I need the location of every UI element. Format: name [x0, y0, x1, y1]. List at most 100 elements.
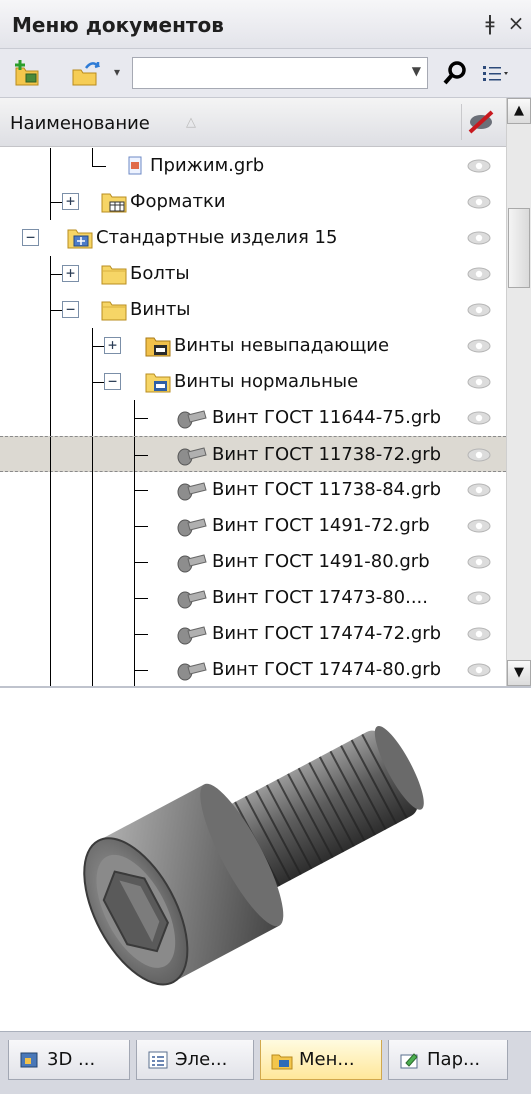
collapse-icon[interactable]: − — [62, 301, 79, 318]
tree-row-label: Форматки — [130, 191, 226, 212]
eye-icon[interactable] — [466, 445, 492, 465]
tree-row-label: Винт ГОСТ 11644-75.grb — [212, 407, 442, 428]
tree-header: Наименование △ — [0, 98, 506, 147]
document-tree: Наименование △ Прижим.grb + Форматки − Станд… — [0, 98, 507, 686]
search-icon[interactable] — [440, 58, 470, 88]
folder-icon — [101, 265, 127, 285]
eye-icon[interactable] — [466, 264, 492, 284]
eye-icon[interactable] — [466, 408, 492, 428]
model-preview — [0, 686, 531, 1033]
collapse-icon[interactable]: − — [104, 373, 121, 390]
eye-icon[interactable] — [466, 300, 492, 320]
search-input[interactable]: ▼ — [132, 57, 428, 89]
tab-label: Мен... — [299, 1049, 355, 1070]
tree-scrollbar[interactable]: ▲ ▼ — [506, 98, 531, 686]
bottom-tab-strip: 3D ... Эле... Мен... Пар... — [0, 1031, 531, 1094]
screw-part-icon — [177, 590, 207, 609]
open-folder-icon[interactable] — [70, 58, 100, 88]
chevron-down-icon[interactable]: ▼ — [412, 64, 421, 78]
open-dropdown-arrow[interactable]: ▾ — [114, 65, 120, 79]
screw-part-icon — [177, 447, 207, 466]
tree-row[interactable]: − Винты нормальные — [0, 364, 506, 400]
toolbar: ▾ ▼ — [0, 49, 531, 98]
panel-titlebar: Меню документов ǂ × — [0, 0, 531, 49]
tree-row-label: Винт ГОСТ 17474-72.grb — [212, 623, 442, 644]
scroll-up-button[interactable]: ▲ — [507, 98, 531, 124]
tree-row-label: Винт ГОСТ 11738-84.grb — [212, 479, 442, 500]
tree-row[interactable]: Винт ГОСТ 11644-75.grb — [0, 400, 506, 436]
tab-parameters[interactable]: Пар... — [388, 1040, 508, 1080]
eye-icon[interactable] — [466, 624, 492, 644]
tree-row-label: Винт ГОСТ 17474-80.grb — [212, 659, 442, 680]
tree-row[interactable]: + Болты — [0, 256, 506, 292]
tab-elements[interactable]: Эле... — [136, 1040, 254, 1080]
tree-row-label: Болты — [130, 263, 190, 284]
expand-icon[interactable]: + — [104, 337, 121, 354]
panel-title: Меню документов — [12, 13, 224, 37]
tree-row-label: Винт ГОСТ 17473-80.... — [212, 587, 428, 608]
visibility-column-header[interactable] — [461, 104, 500, 140]
tree-row[interactable]: − Стандартные изделия 15 — [0, 220, 506, 256]
parameters-icon — [400, 1053, 418, 1069]
tree-row-label: Винт ГОСТ 11738-72.grb — [212, 444, 442, 465]
tree-row[interactable]: Винт ГОСТ 17474-72.grb — [0, 616, 506, 652]
tree-row[interactable]: Прижим.grb — [0, 148, 506, 184]
eye-icon[interactable] — [466, 192, 492, 212]
add-folder-icon[interactable] — [12, 58, 42, 88]
expand-icon[interactable]: + — [62, 193, 79, 210]
3d-model-icon — [20, 1052, 38, 1068]
eye-icon[interactable] — [466, 588, 492, 608]
tree-row-label: Винты нормальные — [174, 371, 359, 392]
folder-table-icon — [101, 193, 127, 213]
tree-row-label: Винт ГОСТ 1491-80.grb — [212, 551, 430, 572]
column-header-name[interactable]: Наименование — [10, 113, 150, 134]
eye-icon[interactable] — [466, 480, 492, 500]
tree-row-label: Винт ГОСТ 1491-72.grb — [212, 515, 430, 536]
eye-icon[interactable] — [466, 336, 492, 356]
tab-documents-menu[interactable]: Мен... — [260, 1040, 382, 1080]
tree-row-label: Винты — [130, 299, 191, 320]
documents-menu-icon — [271, 1054, 293, 1070]
pin-icon[interactable]: ǂ — [480, 11, 500, 35]
tree-row[interactable]: + Винты невыпадающие — [0, 328, 506, 364]
tree-row[interactable]: Винт ГОСТ 11738-84.grb — [0, 472, 506, 508]
eye-icon[interactable] — [466, 516, 492, 536]
tree-row[interactable]: Винт ГОСТ 17473-80.... — [0, 580, 506, 616]
tree-row[interactable]: Винт ГОСТ 1491-80.grb — [0, 544, 506, 580]
tree-row-label: Стандартные изделия 15 — [96, 227, 338, 248]
screw-part-icon — [177, 410, 207, 429]
tree-row-selected[interactable]: Винт ГОСТ 11738-72.grb — [0, 436, 506, 473]
screw-part-icon — [177, 554, 207, 573]
elements-icon — [148, 1051, 168, 1069]
tree-row[interactable]: + Форматки — [0, 184, 506, 220]
expand-icon[interactable]: + — [62, 265, 79, 282]
list-view-icon[interactable] — [480, 58, 510, 88]
eye-icon[interactable] — [466, 552, 492, 572]
folder-icon — [145, 373, 171, 393]
screw-part-icon — [177, 626, 207, 645]
close-icon[interactable]: × — [506, 11, 526, 35]
scroll-down-button[interactable]: ▼ — [507, 660, 531, 686]
eye-icon[interactable] — [466, 156, 492, 176]
screw-part-icon — [177, 482, 207, 501]
folder-icon — [145, 337, 171, 357]
eye-strikethrough-icon — [468, 110, 494, 134]
tree-row[interactable]: Винт ГОСТ 17474-80.grb — [0, 652, 506, 686]
eye-icon[interactable] — [466, 372, 492, 392]
tab-label: 3D ... — [47, 1049, 96, 1070]
eye-icon[interactable] — [466, 660, 492, 680]
eye-icon[interactable] — [466, 228, 492, 248]
screw-part-icon — [177, 518, 207, 537]
tree-row-label: Прижим.grb — [150, 155, 265, 176]
tree-row[interactable]: − Винты — [0, 292, 506, 328]
socket-head-cap-screw-icon — [83, 726, 424, 986]
standard-parts-folder-icon — [67, 229, 93, 249]
scroll-thumb[interactable] — [508, 208, 530, 288]
tab-3d[interactable]: 3D ... — [8, 1040, 130, 1080]
tree-row[interactable]: Винт ГОСТ 1491-72.grb — [0, 508, 506, 544]
screw-part-icon — [177, 662, 207, 681]
document-icon — [128, 156, 142, 175]
tree-row-label: Винты невыпадающие — [174, 335, 390, 356]
tab-label: Эле... — [175, 1049, 228, 1070]
collapse-icon[interactable]: − — [22, 229, 39, 246]
